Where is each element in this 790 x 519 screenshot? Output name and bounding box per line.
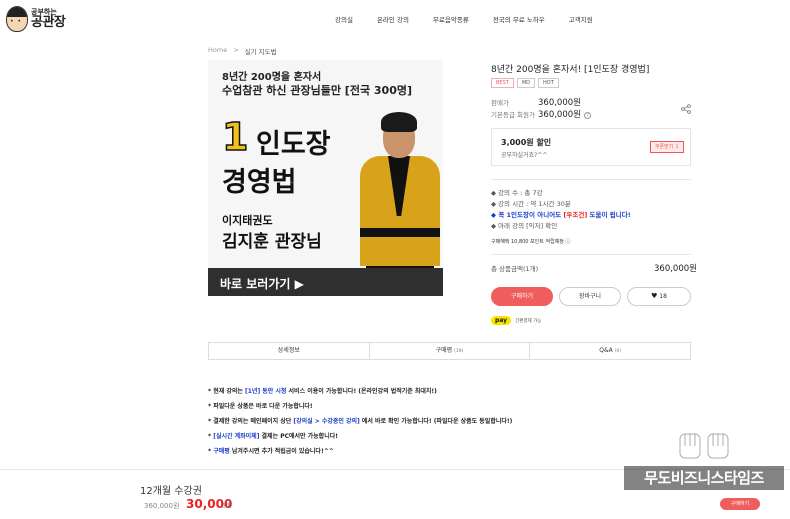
site-header: 공부하는 공관장 강의실 온라인 강의 무료음악종류 전국의 무료 노하우 고객… bbox=[0, 0, 790, 38]
product-banner-image[interactable]: 8년간 200명을 혼자서 수업참관 하신 관장님들만 [전국 300명] 1 … bbox=[208, 60, 443, 296]
notice-3: * 결제한 강의는 메인페이지 상단 [강의실 > 수강중인 강의] 에서 바로… bbox=[208, 418, 513, 425]
banner-subtitle1: 이지태권도 bbox=[222, 214, 273, 227]
coupon-box: 3,000원 할인 공부하실거죠?^^ 쿠폰받기 ⇩ bbox=[491, 128, 691, 166]
banner-cta-label: 바로 보러가기 ▶ bbox=[220, 277, 304, 291]
badge-best: BEST bbox=[491, 78, 514, 88]
site-logo[interactable]: 공부하는 공관장 bbox=[6, 6, 66, 32]
badge-md: MD bbox=[516, 78, 535, 88]
kakao-pay-logo: pay bbox=[491, 316, 512, 325]
mascot-icon bbox=[6, 6, 28, 32]
product-badges: BEST MD HOT bbox=[491, 78, 559, 88]
member-price-value: 360,000원 bbox=[538, 110, 581, 120]
banner-line2: 수업참관 하신 관장님들만 [전국 300명] bbox=[222, 84, 413, 97]
detail-tabs: 상세정보 구매평 (19) Q&A (0) bbox=[208, 342, 691, 360]
total-value: 360,000원 bbox=[654, 264, 697, 274]
divider bbox=[491, 254, 691, 255]
option-original-price: 360,000원 bbox=[144, 502, 180, 510]
banner-cta[interactable]: 바로 보러가기 ▶ bbox=[208, 268, 443, 296]
divider bbox=[491, 179, 691, 180]
notice-4: * [실시간 계좌이체] 결제는 PC에서만 가능합니다! bbox=[208, 433, 338, 440]
badge-hot: HOT bbox=[538, 78, 559, 88]
member-price-row: 기본등급 회원가 360,000원? bbox=[491, 109, 591, 120]
main-nav: 강의실 온라인 강의 무료음악종류 전국의 무료 노하우 고객지원 bbox=[320, 14, 593, 24]
price-value: 360,000원 bbox=[538, 98, 581, 108]
info-lectures: ◆ 강의 수 : 총 7강 bbox=[491, 189, 543, 197]
watermark: 무도비즈니스타임즈 bbox=[624, 428, 784, 498]
bottom-buy-button[interactable]: 구매하기 bbox=[720, 498, 760, 510]
buy-button[interactable]: 구매하기 bbox=[491, 287, 553, 306]
heart-icon: ♥ bbox=[651, 292, 658, 300]
tab-reviews[interactable]: 구매평 (19) bbox=[370, 343, 531, 359]
share-icon[interactable] bbox=[681, 104, 691, 114]
nav-item-online-lecture[interactable]: 온라인 강의 bbox=[377, 14, 409, 24]
nav-item-classroom[interactable]: 강의실 bbox=[335, 14, 353, 24]
nav-item-free-knowhow[interactable]: 전국의 무료 노하우 bbox=[493, 14, 545, 24]
info-highlight: ◆ 꼭 1인도장이 아니어도 [우조건] 도움이 됩니다! bbox=[491, 211, 631, 219]
coupon-title: 3,000원 할인 bbox=[501, 138, 552, 147]
logo-big-text: 공관장 bbox=[31, 15, 66, 30]
kakao-pay: pay 간편결제 가능 bbox=[491, 316, 541, 325]
breadcrumb-home[interactable]: Home bbox=[208, 46, 227, 56]
purchase-benefit: 구매혜택 10,800 포인트 적립예정 ⓘ bbox=[491, 239, 571, 245]
banner-title1: 인도장 bbox=[256, 129, 331, 160]
breadcrumb-separator: > bbox=[233, 46, 239, 54]
price-row: 판매가 360,000원 bbox=[491, 97, 581, 108]
option-price-unit: 원/월 bbox=[221, 503, 232, 509]
banner-subtitle2: 김지훈 관장님 bbox=[222, 232, 322, 252]
breadcrumb: Home > 실기 지도법 bbox=[208, 46, 277, 56]
add-to-cart-button[interactable]: 장바구니 bbox=[559, 287, 621, 306]
coupon-subtitle: 공부하실거죠?^^ bbox=[501, 152, 548, 159]
nav-item-support[interactable]: 고객지원 bbox=[569, 14, 593, 24]
nav-item-free-music[interactable]: 무료음악종류 bbox=[433, 14, 469, 24]
tab-details[interactable]: 상세정보 bbox=[209, 343, 370, 359]
coupon-download-button[interactable]: 쿠폰받기 ⇩ bbox=[650, 141, 684, 153]
notice-2: * 파일다운 상품은 바로 다운 가능합니다! bbox=[208, 403, 313, 410]
option-title: 12개월 수강권 bbox=[140, 486, 202, 497]
breadcrumb-current[interactable]: 실기 지도법 bbox=[245, 46, 277, 56]
help-icon[interactable]: ? bbox=[583, 112, 591, 119]
member-price-label: 기본등급 회원가 bbox=[491, 111, 535, 119]
banner-title2: 경영법 bbox=[222, 167, 297, 198]
price-label: 판매가 bbox=[491, 99, 509, 107]
product-title: 8년간 200명을 혼자서! [1인도장 경영법] bbox=[491, 65, 650, 75]
info-duration: ◆ 강의 시간 : 약 1시간 30분 bbox=[491, 200, 571, 208]
banner-number: 1 bbox=[221, 115, 249, 159]
total-label: 총 상품금액(1개) bbox=[491, 265, 539, 273]
like-button[interactable]: ♥ 18 bbox=[627, 287, 691, 306]
fist-logo-icon bbox=[679, 433, 729, 459]
tab-qna[interactable]: Q&A (0) bbox=[530, 343, 690, 359]
banner-line1: 8년간 200명을 혼자서 bbox=[222, 72, 322, 83]
notice-1: * 현재 강의는 [1년] 동안 시청 서비스 이용이 가능합니다! (온라인강… bbox=[208, 388, 437, 395]
info-check: ◆ 아래 강의 [익자] 확인 bbox=[491, 222, 558, 230]
notice-5: * 구매평 남겨주시면 추가 적립금이 있습니다!^^ bbox=[208, 448, 334, 455]
like-count: 18 bbox=[659, 293, 667, 300]
watermark-text: 무도비즈니스타임즈 bbox=[624, 466, 784, 490]
kakao-pay-text: 간편결제 가능 bbox=[515, 318, 542, 324]
